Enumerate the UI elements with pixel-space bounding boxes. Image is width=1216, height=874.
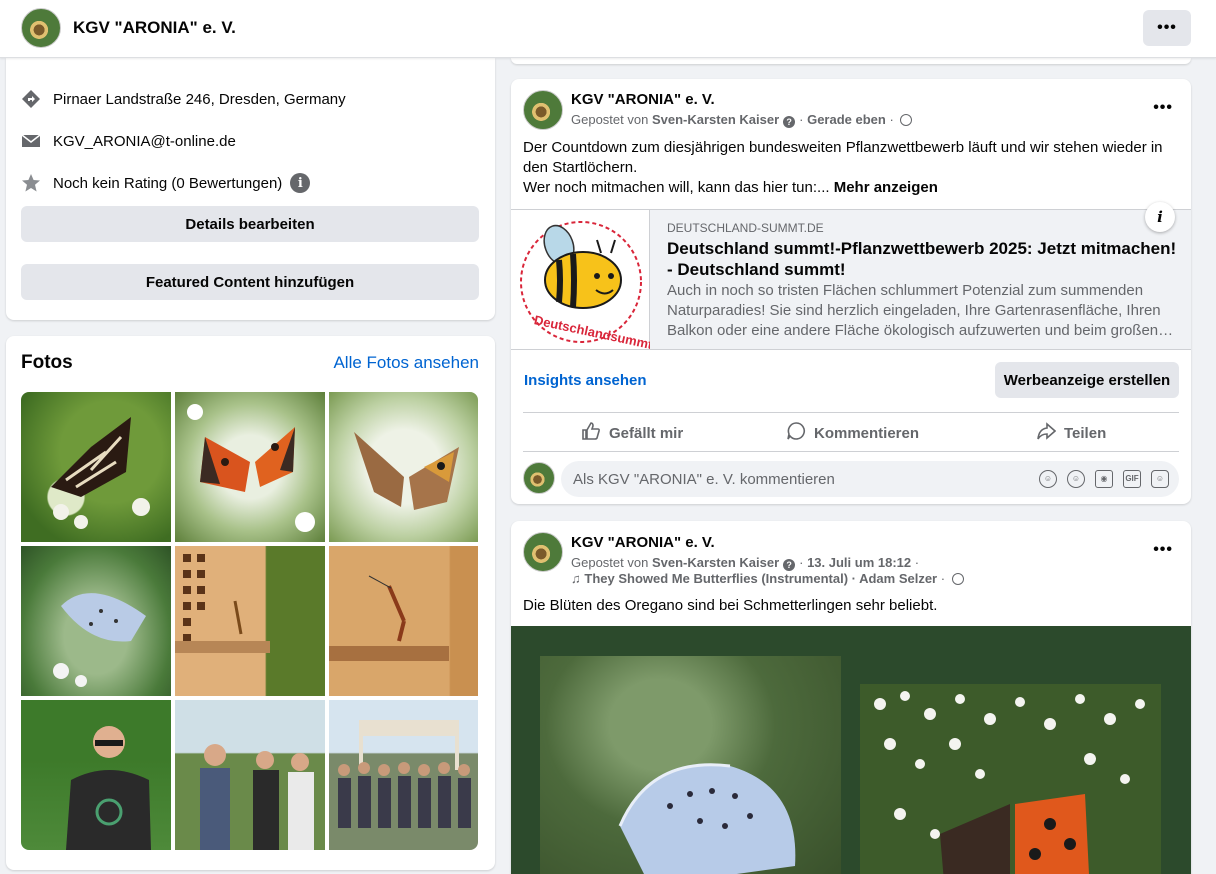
link-thumbnail: Deutschlandsummt! <box>511 210 658 353</box>
email-row: KGV_ARONIA@t-online.de <box>21 131 236 151</box>
sticker-icon[interactable]: ☺ <box>1151 470 1169 488</box>
comment-placeholder: Als KGV "ARONIA" e. V. kommentieren <box>573 471 835 488</box>
media-photo[interactable] <box>540 656 841 874</box>
post-options-button[interactable]: ••• <box>1153 99 1173 117</box>
posted-by-prefix: Gepostet von <box>571 112 649 127</box>
intro-card: Pirnaer Landstraße 246, Dresden, Germany… <box>6 58 495 320</box>
link-thumb-text: Deutschlandsummt! <box>533 312 650 349</box>
post-author-name[interactable]: KGV "ARONIA" e. V. <box>571 91 715 108</box>
photo-thumb[interactable] <box>329 700 478 850</box>
like-button[interactable]: Gefällt mir <box>581 421 683 445</box>
post-text-excerpt: Wer noch mitmachen will, kann das hier t… <box>523 179 830 196</box>
star-icon <box>21 173 41 193</box>
link-preview[interactable]: Deutschlandsummt! DEUTSCHLAND-SUMMT.DE D… <box>511 202 1191 353</box>
email-icon <box>21 131 41 151</box>
post-author-avatar[interactable] <box>523 532 563 572</box>
post-options-button[interactable]: ••• <box>1153 541 1173 559</box>
photo-thumb[interactable] <box>175 392 325 542</box>
posted-by-prefix: Gepostet von <box>571 555 649 570</box>
more-options-button[interactable]: ••• <box>1143 10 1191 46</box>
link-description: Auch in noch so tristen Flächen schlumme… <box>667 282 1174 339</box>
comment-input[interactable]: Als KGV "ARONIA" e. V. kommentieren ☺ ☺ … <box>561 461 1179 497</box>
comment-label: Kommentieren <box>814 424 920 442</box>
post-meta: Gepostet von Sven-Karsten Kaiser? · Gerad… <box>571 112 913 128</box>
edit-details-button[interactable]: Details bearbeiten <box>21 206 479 242</box>
link-info-icon[interactable]: i <box>1145 202 1175 232</box>
info-icon[interactable]: i <box>290 173 311 193</box>
comment-tools: ☺ ☺ ◉ GIF ☺ <box>1039 470 1169 488</box>
music-meta: ♫ They Showed Me Butterflies (Instrument… <box>571 571 964 586</box>
see-more-link[interactable]: Mehr anzeigen <box>834 179 938 196</box>
commenter-avatar[interactable] <box>523 462 555 494</box>
photo-thumb[interactable] <box>175 700 325 850</box>
avatar-sticker-icon[interactable]: ☺ <box>1039 470 1057 488</box>
post-text-line: Der Countdown zum diesjährigen bundeswei… <box>523 139 1163 176</box>
posted-by-name[interactable]: Sven-Karsten Kaiser <box>652 555 779 570</box>
music-track[interactable]: They Showed Me Butterflies (Instrumental… <box>584 571 937 586</box>
add-featured-button[interactable]: Featured Content hinzufügen <box>21 264 479 300</box>
share-label: Teilen <box>1064 424 1107 442</box>
page-avatar[interactable] <box>21 8 61 48</box>
photo-thumb[interactable] <box>175 546 325 696</box>
post-author-avatar[interactable] <box>523 90 563 130</box>
post-text: Die Blüten des Oregano sind bei Schmette… <box>523 597 938 614</box>
post-card: KGV "ARONIA" e. V. Gepostet von Sven-Kar… <box>511 79 1191 504</box>
photos-card: Fotos Alle Fotos ansehen <box>6 336 495 870</box>
link-title[interactable]: Deutschland summt!-Pflanzwettbewerb 2025… <box>667 238 1177 280</box>
thumbs-up-icon <box>581 421 601 445</box>
globe-icon <box>900 114 913 126</box>
photos-title: Fotos <box>21 352 73 373</box>
posted-by-name[interactable]: Sven-Karsten Kaiser <box>652 112 779 127</box>
post-card: KGV "ARONIA" e. V. Gepostet von Sven-Kar… <box>511 521 1191 874</box>
help-icon[interactable]: ? <box>783 559 796 571</box>
page-title[interactable]: KGV "ARONIA" e. V. <box>73 18 236 38</box>
rating-row: Noch kein Rating (0 Bewertungen) i <box>21 173 311 193</box>
share-button[interactable]: Teilen <box>1036 421 1106 445</box>
page-header: KGV "ARONIA" e. V. ••• <box>0 0 1216 58</box>
help-icon[interactable]: ? <box>783 116 796 128</box>
post-text-line: Wer noch mitmachen will, kann das hier t… <box>523 178 1179 198</box>
post-meta: Gepostet von Sven-Karsten Kaiser? · 13. J… <box>571 555 920 571</box>
comment-button[interactable]: Kommentieren <box>786 421 919 445</box>
photo-thumb[interactable] <box>329 392 478 542</box>
address-row: Pirnaer Landstraße 246, Dresden, Germany <box>21 89 346 109</box>
post-text: Der Countdown zum diesjährigen bundeswei… <box>523 138 1179 198</box>
camera-icon[interactable]: ◉ <box>1095 470 1113 488</box>
photo-grid <box>21 392 478 850</box>
post-author-name[interactable]: KGV "ARONIA" e. V. <box>571 534 715 551</box>
photo-thumb[interactable] <box>21 700 171 850</box>
emoji-icon[interactable]: ☺ <box>1067 470 1085 488</box>
address-text: Pirnaer Landstraße 246, Dresden, Germany <box>53 90 346 108</box>
post-time[interactable]: Gerade eben <box>807 112 886 127</box>
like-label: Gefällt mir <box>609 424 684 442</box>
directions-icon <box>21 89 41 109</box>
divider <box>523 451 1179 452</box>
gif-icon[interactable]: GIF <box>1123 470 1141 488</box>
insights-link[interactable]: Insights ansehen <box>524 372 647 389</box>
previous-post-edge <box>511 58 1191 64</box>
post-time[interactable]: 13. Juli um 18:12 <box>807 555 911 570</box>
comment-icon <box>786 421 806 445</box>
divider <box>523 412 1179 413</box>
photo-thumb[interactable] <box>329 546 478 696</box>
share-icon <box>1036 421 1057 445</box>
email-link[interactable]: KGV_ARONIA@t-online.de <box>53 133 236 150</box>
create-ad-button[interactable]: Werbeanzeige erstellen <box>995 362 1179 398</box>
link-domain: DEUTSCHLAND-SUMMT.DE <box>667 221 824 235</box>
globe-icon <box>951 573 964 585</box>
see-all-photos-link[interactable]: Alle Fotos ansehen <box>333 353 479 373</box>
photo-thumb[interactable] <box>21 546 171 696</box>
photo-thumb[interactable] <box>21 392 171 542</box>
post-media[interactable] <box>511 626 1191 874</box>
rating-text: Noch kein Rating (0 Bewertungen) <box>53 174 283 192</box>
media-photo[interactable] <box>860 684 1161 874</box>
music-note-icon: ♫ <box>571 571 581 586</box>
